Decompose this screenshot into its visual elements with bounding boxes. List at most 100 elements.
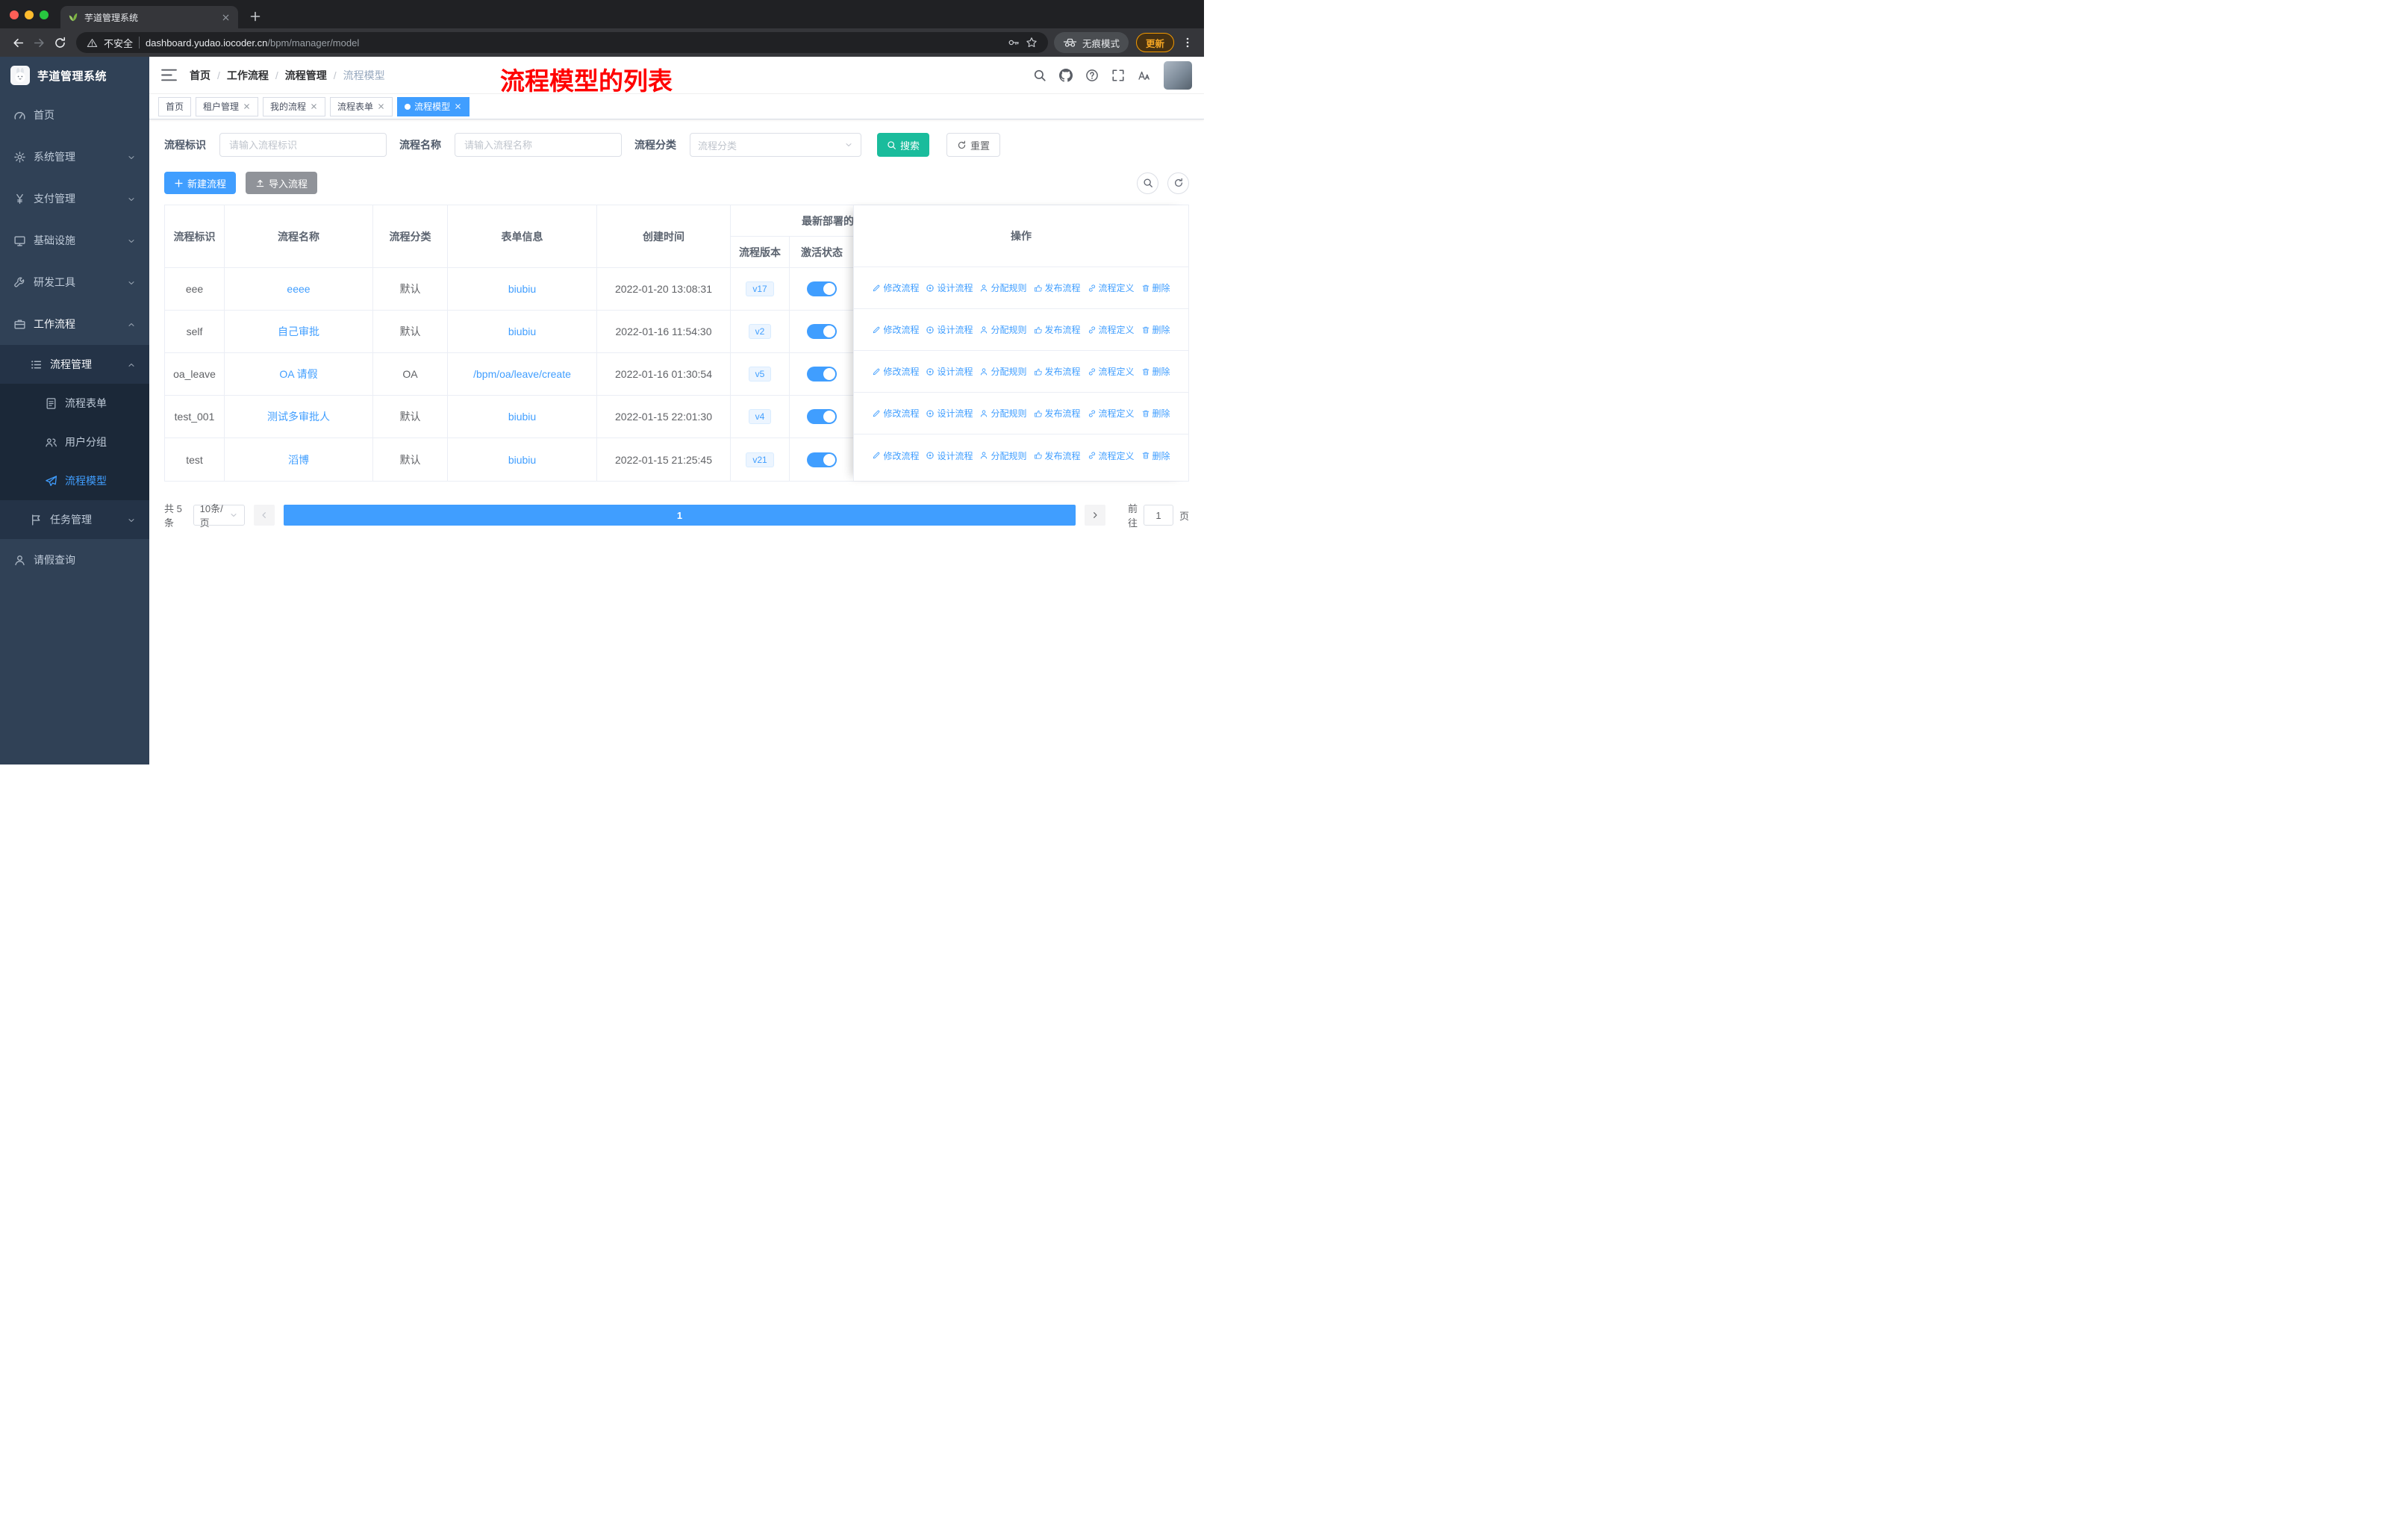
app-logo[interactable]: 芋道管理系统 [0, 57, 149, 94]
action-modify[interactable]: 修改流程 [872, 365, 919, 378]
action-delete[interactable]: 删除 [1141, 407, 1170, 420]
active-toggle[interactable] [807, 281, 837, 296]
model-name-link[interactable]: 滔博 [288, 452, 309, 467]
action-definition[interactable]: 流程定义 [1088, 449, 1135, 462]
action-design[interactable]: 设计流程 [926, 323, 973, 336]
sidebar-item-dev-tools[interactable]: 研发工具 [0, 261, 149, 303]
action-assign-rule[interactable]: 分配规则 [979, 281, 1027, 294]
action-delete[interactable]: 删除 [1141, 323, 1170, 336]
github-icon[interactable] [1059, 68, 1073, 82]
tag-首页[interactable]: 首页 [158, 96, 192, 116]
sidebar-item-task-management[interactable]: 任务管理 [0, 500, 149, 539]
process-key-input[interactable] [219, 133, 387, 157]
help-icon[interactable] [1085, 69, 1099, 82]
model-name-link[interactable]: OA 请假 [279, 367, 317, 382]
toggle-search-button[interactable] [1137, 172, 1158, 194]
action-publish[interactable]: 发布流程 [1034, 407, 1081, 420]
sidebar-item-process-management[interactable]: 流程管理 [0, 345, 149, 384]
action-publish[interactable]: 发布流程 [1034, 449, 1081, 462]
form-info-link[interactable]: biubiu [508, 454, 536, 466]
bookmark-icon[interactable] [1026, 37, 1038, 49]
action-delete[interactable]: 删除 [1141, 365, 1170, 378]
form-info-link[interactable]: biubiu [508, 326, 536, 337]
action-definition[interactable]: 流程定义 [1088, 407, 1135, 420]
page-number-button[interactable]: 1 [283, 505, 1076, 526]
create-process-button[interactable]: 新建流程 [164, 172, 237, 194]
form-info-link[interactable]: biubiu [508, 283, 536, 295]
import-process-button[interactable]: 导入流程 [246, 172, 318, 194]
action-modify[interactable]: 修改流程 [872, 281, 919, 294]
active-toggle[interactable] [807, 409, 837, 424]
active-toggle[interactable] [807, 324, 837, 339]
fullscreen-icon[interactable] [1111, 69, 1125, 82]
action-delete[interactable]: 删除 [1141, 449, 1170, 462]
prev-page-button[interactable] [253, 505, 275, 526]
action-delete[interactable]: 删除 [1141, 281, 1170, 294]
category-select[interactable]: 流程分类 [690, 133, 861, 157]
action-publish[interactable]: 发布流程 [1034, 281, 1081, 294]
sidebar-item-system-management[interactable]: 系统管理 [0, 136, 149, 178]
sidebar-item-workflow[interactable]: 工作流程 [0, 303, 149, 345]
tag-流程表单[interactable]: 流程表单 [330, 96, 393, 116]
action-design[interactable]: 设计流程 [926, 407, 973, 420]
close-icon[interactable] [377, 102, 385, 110]
action-publish[interactable]: 发布流程 [1034, 365, 1081, 378]
active-toggle[interactable] [807, 452, 837, 467]
sidebar-item-home[interactable]: 首页 [0, 94, 149, 136]
header-search-icon[interactable] [1033, 69, 1047, 82]
action-modify[interactable]: 修改流程 [872, 407, 919, 420]
action-assign-rule[interactable]: 分配规则 [979, 407, 1027, 420]
action-assign-rule[interactable]: 分配规则 [979, 323, 1027, 336]
active-toggle[interactable] [807, 367, 837, 382]
action-publish[interactable]: 发布流程 [1034, 323, 1081, 336]
action-assign-rule[interactable]: 分配规则 [979, 449, 1027, 462]
hamburger-icon[interactable] [161, 68, 177, 82]
action-modify[interactable]: 修改流程 [872, 323, 919, 336]
zoom-window-button[interactable] [40, 10, 49, 19]
search-button[interactable]: 搜索 [877, 133, 930, 157]
breadcrumb-item[interactable]: 工作流程 [227, 68, 269, 83]
close-window-button[interactable] [10, 10, 19, 19]
sidebar-item-user-group[interactable]: 用户分组 [0, 423, 149, 461]
form-info-link[interactable]: /bpm/oa/leave/create [473, 368, 571, 380]
close-icon[interactable] [454, 102, 462, 110]
action-modify[interactable]: 修改流程 [872, 449, 919, 462]
close-icon[interactable] [310, 102, 318, 110]
action-assign-rule[interactable]: 分配规则 [979, 365, 1027, 378]
action-design[interactable]: 设计流程 [926, 281, 973, 294]
process-name-input[interactable] [455, 133, 622, 157]
goto-page-input[interactable] [1143, 505, 1173, 526]
tag-租户管理[interactable]: 租户管理 [196, 96, 259, 116]
sidebar-item-process-model[interactable]: 流程模型 [0, 461, 149, 500]
sidebar-item-payment-management[interactable]: 支付管理 [0, 178, 149, 219]
breadcrumb-item[interactable]: 首页 [190, 68, 210, 83]
action-design[interactable]: 设计流程 [926, 449, 973, 462]
reload-button[interactable] [49, 32, 70, 53]
model-name-link[interactable]: eeee [287, 283, 310, 295]
user-avatar[interactable] [1164, 60, 1192, 90]
new-tab-button[interactable] [246, 7, 265, 26]
sidebar-item-infrastructure[interactable]: 基础设施 [0, 219, 149, 261]
minimize-window-button[interactable] [25, 10, 34, 19]
tab-close-icon[interactable] [221, 13, 231, 22]
action-definition[interactable]: 流程定义 [1088, 365, 1135, 378]
model-name-link[interactable]: 自己审批 [278, 324, 319, 339]
action-definition[interactable]: 流程定义 [1088, 281, 1135, 294]
tag-我的流程[interactable]: 我的流程 [263, 96, 326, 116]
form-info-link[interactable]: biubiu [508, 411, 536, 423]
password-manager-icon[interactable] [1008, 37, 1020, 49]
forward-button[interactable] [28, 32, 49, 53]
font-size-icon[interactable] [1138, 69, 1151, 82]
action-definition[interactable]: 流程定义 [1088, 323, 1135, 336]
sidebar-item-process-form[interactable]: 流程表单 [0, 384, 149, 423]
browser-tab[interactable]: 芋道管理系统 [60, 6, 238, 28]
model-name-link[interactable]: 测试多审批人 [267, 409, 330, 424]
address-bar[interactable]: 不安全 dashboard.yudao.iocoder.cn/bpm/manag… [76, 32, 1048, 53]
back-button[interactable] [7, 32, 28, 53]
sidebar-item-leave-query[interactable]: 请假查询 [0, 539, 149, 581]
update-browser-button[interactable]: 更新 [1135, 33, 1174, 52]
browser-menu-icon[interactable] [1182, 37, 1194, 49]
next-page-button[interactable] [1084, 505, 1105, 526]
security-warning-label[interactable]: 不安全 [104, 36, 133, 50]
refresh-table-button[interactable] [1167, 172, 1189, 194]
